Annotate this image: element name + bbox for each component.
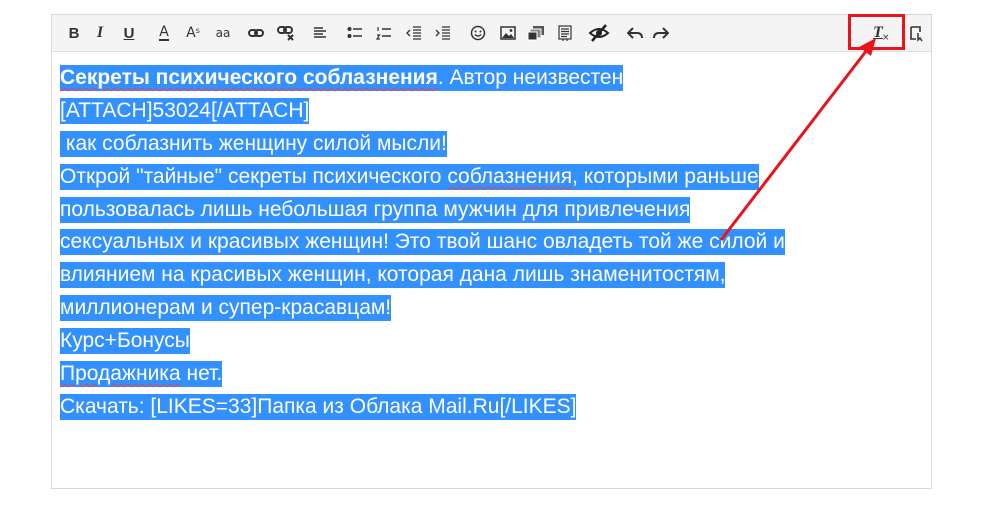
editor-toolbar: B I U A A s aa T × xyxy=(52,15,931,52)
attach-tag: [ATTACH]53024[/ATTACH] xyxy=(60,97,310,124)
text-segment: пользовалась лишь небольшая группа мужчи… xyxy=(60,196,691,223)
content-line-7: влиянием на красивых женщин, которая дан… xyxy=(60,259,930,292)
post-title: Секреты психического соблазнения xyxy=(60,66,438,89)
numbered-list-icon xyxy=(376,27,391,40)
outdent-button[interactable] xyxy=(403,22,425,44)
smiley-button[interactable] xyxy=(467,22,489,44)
unlink-icon xyxy=(277,26,294,41)
outdent-icon xyxy=(406,26,421,40)
redo-icon xyxy=(653,27,669,39)
media-button[interactable] xyxy=(525,22,547,44)
content-line-9: Курс+Бонусы xyxy=(60,325,930,358)
indent-button[interactable] xyxy=(432,22,454,44)
post-author: . Автор неизвестен xyxy=(437,66,624,89)
font-size-letter: A xyxy=(186,25,196,41)
spoiler-icon xyxy=(588,24,610,42)
font-size-sup: s xyxy=(195,26,200,35)
content-line-8: миллионерам и супер-красавцам! xyxy=(60,292,930,325)
bold-button[interactable]: B xyxy=(63,22,85,44)
toggle-mode-button[interactable] xyxy=(905,22,927,44)
bullet-list-icon xyxy=(347,27,362,38)
text-segment: миллионерам и супер-красавцам! xyxy=(60,295,392,322)
font-color-icon: A xyxy=(159,24,169,41)
indent-icon xyxy=(435,26,450,40)
content-line-5: пользовалась лишь небольшая группа мужчи… xyxy=(60,194,930,227)
text-segment: Открой "тайные" секреты психического xyxy=(60,164,448,188)
misspelled-word: Продажника xyxy=(60,362,181,386)
image-icon xyxy=(500,26,516,40)
link-icon xyxy=(248,29,264,37)
highlight-box xyxy=(848,14,905,50)
text-segment: влиянием на красивых женщин, которая дан… xyxy=(60,262,726,289)
text-segment: Курс+Бонусы xyxy=(60,328,190,355)
redo-button[interactable] xyxy=(650,22,672,44)
link-button[interactable] xyxy=(245,22,267,44)
bold-icon: B xyxy=(68,24,80,42)
subtitle-text: как соблазнить женщину силой мысли! xyxy=(60,130,447,157)
underline-button[interactable]: U xyxy=(118,22,140,44)
toggle-mode-icon xyxy=(910,26,923,42)
content-line-11: Скачать: [LIKES=33]Папка из Облака Mail.… xyxy=(60,391,930,424)
media-icon xyxy=(527,26,544,41)
misspelled-word: соблазнения xyxy=(447,164,573,188)
font-color-button[interactable]: A xyxy=(153,22,175,44)
unlink-button[interactable] xyxy=(275,22,297,44)
text-segment: сексуальных и красивых женщин! Это твой … xyxy=(60,229,785,256)
content-line-3: как соблазнить женщину силой мысли! xyxy=(60,128,930,161)
insert-button[interactable] xyxy=(554,22,576,44)
insert-icon xyxy=(558,25,572,41)
undo-icon xyxy=(627,27,643,39)
text-segment: нет. xyxy=(180,362,223,386)
bullet-list-button[interactable] xyxy=(344,22,366,44)
smiley-icon xyxy=(470,25,486,41)
align-icon xyxy=(314,27,326,38)
undo-button[interactable] xyxy=(624,22,646,44)
font-family-icon: aa xyxy=(215,26,231,40)
content-line-10: Продажника нет. xyxy=(60,358,930,391)
font-size-button[interactable]: A s xyxy=(182,22,204,44)
content-line-2: [ATTACH]53024[/ATTACH] xyxy=(60,95,930,128)
numbered-list-button[interactable] xyxy=(373,22,395,44)
image-button[interactable] xyxy=(497,22,519,44)
font-family-button[interactable]: aa xyxy=(212,22,234,44)
font-size-icon: A s xyxy=(186,26,200,40)
download-link-text: Скачать: [LIKES=33]Папка из Облака Mail.… xyxy=(60,393,577,420)
text-segment: , которыми раньше xyxy=(572,164,759,188)
italic-button[interactable]: I xyxy=(89,22,111,44)
spoiler-button[interactable] xyxy=(588,22,610,44)
underline-icon: U xyxy=(123,24,135,42)
content-line-4: Открой "тайные" секреты психического соб… xyxy=(60,161,930,194)
editor-content[interactable]: Секреты психического соблазнения. Автор … xyxy=(60,62,930,424)
align-button[interactable] xyxy=(309,22,331,44)
content-line-1: Секреты психического соблазнения. Автор … xyxy=(60,62,930,95)
italic-icon: I xyxy=(96,24,104,41)
content-line-6: сексуальных и красивых женщин! Это твой … xyxy=(60,226,930,259)
